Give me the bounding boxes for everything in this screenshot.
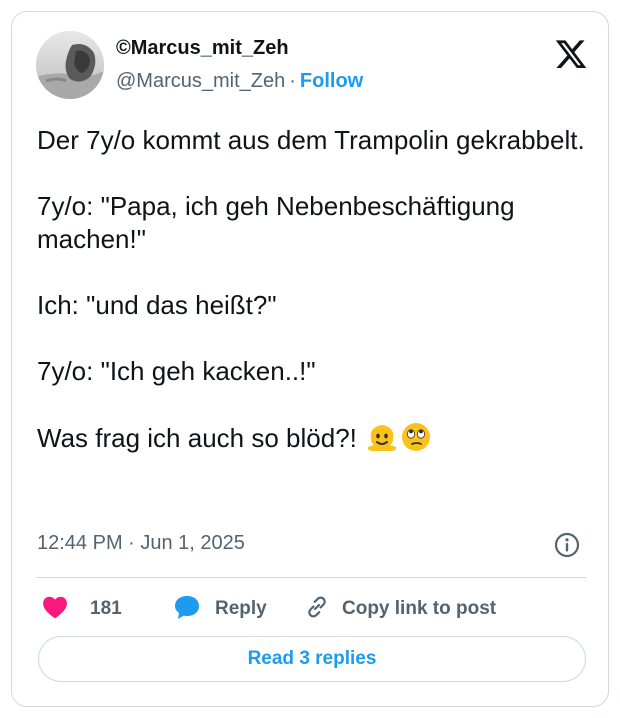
follow-button[interactable]: Follow bbox=[300, 70, 363, 92]
reply-button[interactable]: Reply bbox=[173, 589, 267, 629]
info-icon[interactable] bbox=[553, 531, 581, 559]
like-button[interactable]: 181 bbox=[42, 589, 122, 629]
tweet-card: ©Marcus_mit_Zeh @Marcus_mit_Zeh · Follow D… bbox=[11, 11, 609, 707]
melting-face-icon bbox=[366, 421, 398, 461]
timestamp[interactable]: 12:44 PM · Jun 1, 2025 bbox=[37, 532, 245, 555]
like-count: 181 bbox=[90, 598, 122, 619]
heart-icon bbox=[42, 595, 68, 624]
avatar[interactable] bbox=[36, 31, 104, 99]
reply-label: Reply bbox=[215, 598, 267, 619]
divider bbox=[36, 577, 586, 578]
tweet-paragraph: Der 7y/o kommt aus dem Trampolin gekrabb… bbox=[37, 125, 585, 155]
tweet-paragraph: 7y/o: "Ich geh kacken..!" bbox=[37, 356, 316, 386]
handle-row: @Marcus_mit_Zeh · Follow bbox=[116, 70, 363, 93]
action-bar: 181 Reply Copy link to post bbox=[36, 589, 586, 629]
copy-link-button[interactable]: Copy link to post bbox=[304, 589, 496, 629]
link-icon bbox=[304, 594, 330, 625]
read-replies-button[interactable]: Read 3 replies bbox=[38, 636, 586, 682]
reply-bubble-icon bbox=[173, 594, 201, 625]
user-handle[interactable]: @Marcus_mit_Zeh bbox=[116, 70, 285, 92]
display-name[interactable]: ©Marcus_mit_Zeh bbox=[116, 37, 289, 60]
x-logo-icon[interactable] bbox=[554, 40, 588, 72]
tweet-paragraph: Was frag ich auch so blöd?! bbox=[37, 423, 357, 453]
copy-link-label: Copy link to post bbox=[342, 598, 497, 619]
tweet-text: Der 7y/o kommt aus dem Trampolin gekrabb… bbox=[37, 124, 597, 461]
tweet-last-line: Was frag ich auch so blöd?! bbox=[37, 421, 597, 461]
handle-separator: · bbox=[289, 70, 296, 92]
tweet-paragraph: Ich: "und das heißt?" bbox=[37, 290, 277, 320]
tweet-paragraph: 7y/o: "Papa, ich geh Nebenbeschäftigung … bbox=[37, 191, 522, 254]
face-with-rolling-eyes-icon bbox=[400, 421, 432, 461]
